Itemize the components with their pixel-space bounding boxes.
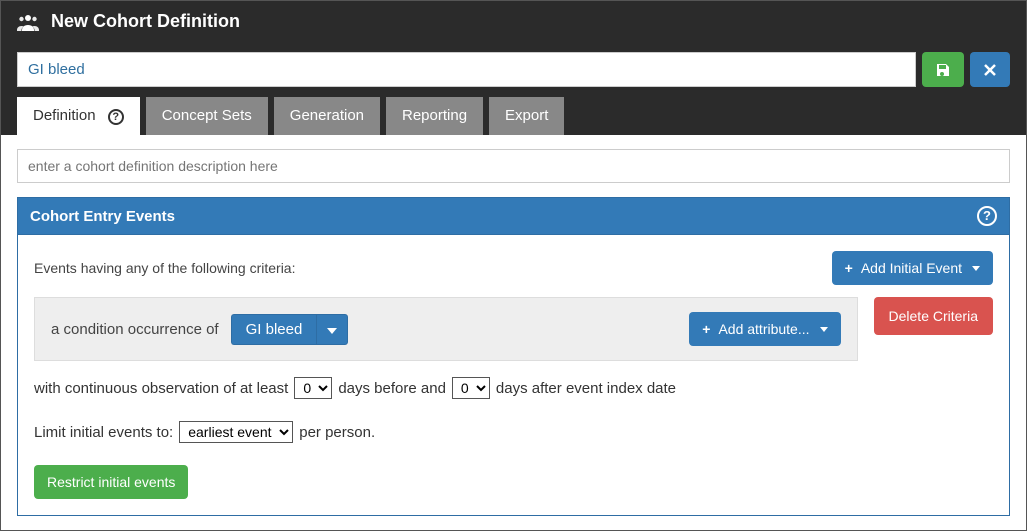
header-bar: New Cohort Definition (1, 1, 1026, 42)
tab-label: Definition (33, 107, 96, 124)
plus-icon (845, 260, 855, 276)
chevron-down-icon[interactable] (316, 314, 348, 345)
plus-icon (702, 321, 712, 337)
save-icon (935, 62, 951, 78)
cohort-name-input[interactable] (17, 52, 916, 87)
help-icon[interactable]: ? (108, 109, 124, 125)
button-label: Add Initial Event (861, 260, 962, 276)
limit-pre: Limit initial events to: (34, 424, 173, 441)
save-button[interactable] (922, 52, 964, 87)
description-input[interactable] (17, 149, 1010, 183)
tab-generation[interactable]: Generation (274, 97, 380, 135)
limit-post: per person. (299, 424, 375, 441)
button-label: Add attribute... (718, 321, 809, 337)
name-bar (1, 42, 1026, 97)
help-icon[interactable]: ? (977, 206, 997, 226)
observation-window-row: with continuous observation of at least … (34, 377, 676, 399)
add-attribute-button[interactable]: Add attribute... (689, 312, 840, 346)
tab-definition[interactable]: Definition ? (17, 97, 140, 135)
concept-set-label: GI bleed (231, 314, 317, 345)
criteria-box: a condition occurrence of GI bleed Add a… (34, 297, 858, 361)
close-icon (983, 63, 997, 77)
concept-set-selector[interactable]: GI bleed (231, 314, 349, 345)
obs-pre: with continuous observation of at least (34, 380, 288, 397)
limit-events-row: Limit initial events to: earliest event … (34, 421, 375, 443)
tab-export[interactable]: Export (489, 97, 564, 135)
close-button[interactable] (970, 52, 1010, 87)
criteria-intro: Events having any of the following crite… (34, 260, 295, 276)
condition-prefix: a condition occurrence of (51, 321, 219, 338)
cohort-icon (17, 13, 39, 31)
panel-header: Cohort Entry Events ? (18, 198, 1009, 235)
tabs: Definition ? Concept Sets Generation Rep… (1, 97, 1026, 135)
days-before-select[interactable]: 0 (294, 377, 332, 399)
entry-events-panel: Cohort Entry Events ? Events having any … (17, 197, 1010, 516)
limit-select[interactable]: earliest event (179, 421, 293, 443)
panel-title: Cohort Entry Events (30, 208, 175, 225)
delete-criteria-button[interactable]: Delete Criteria (874, 297, 993, 335)
tab-concept-sets[interactable]: Concept Sets (146, 97, 268, 135)
restrict-initial-events-button[interactable]: Restrict initial events (34, 465, 188, 499)
obs-mid: days before and (338, 380, 446, 397)
days-after-select[interactable]: 0 (452, 377, 490, 399)
header-title: New Cohort Definition (51, 11, 240, 32)
add-initial-event-button[interactable]: Add Initial Event (832, 251, 993, 285)
tab-reporting[interactable]: Reporting (386, 97, 483, 135)
obs-post: days after event index date (496, 380, 676, 397)
